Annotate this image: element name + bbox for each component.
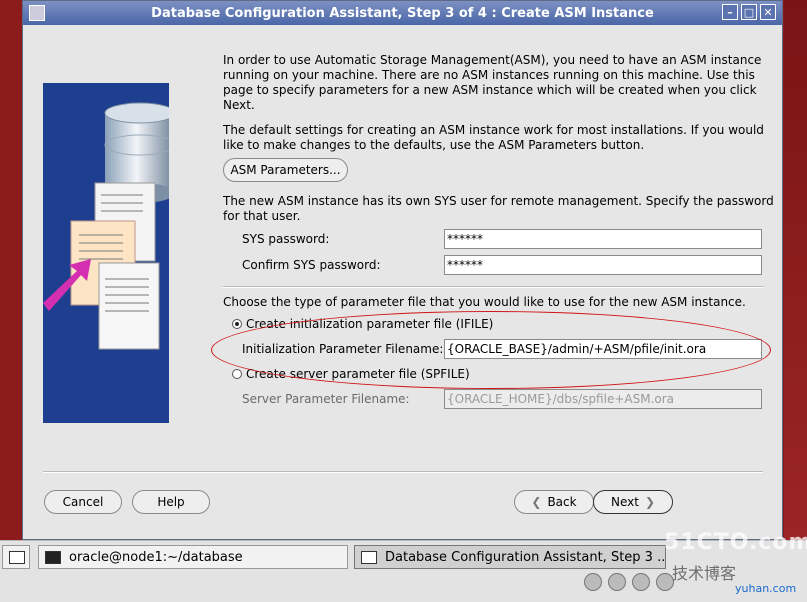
tool-icon[interactable] [632,573,650,591]
separator [223,286,763,288]
next-label: Next [610,495,639,509]
desktop-icon [9,550,25,564]
sys-user-text: The new ASM instance has its own SYS use… [223,194,774,224]
intro-line: running on your machine. There are no AS… [223,68,755,82]
intro-line: page to specify parameters for a new ASM… [223,83,757,97]
terminal-icon [45,550,61,564]
back-arrow-icon: ❮ [531,495,542,509]
disk-icon[interactable] [584,573,602,591]
param-file-text: Choose the type of parameter file that y… [223,295,746,309]
taskbar-dbca-label: Database Configuration Assistant, Step 3… [385,549,666,565]
watermark-logo: 51CTO.com [664,530,807,555]
sys-password-field[interactable]: ****** [444,229,762,249]
spfile-filename-field: {ORACLE_HOME}/dbs/spfile+ASM.ora [444,389,762,409]
help-button[interactable]: Help [132,490,210,514]
cdrom-icon[interactable] [608,573,626,591]
back-label: Back [547,495,577,509]
application-icon [361,550,377,564]
spfile-radio[interactable] [232,369,242,379]
illustration-panel [43,83,169,423]
defaults-text: The default settings for creating an ASM… [223,123,764,153]
intro-line: In order to use Automatic Storage Manage… [223,53,762,67]
sys-user-line: for that user. [223,209,301,223]
close-button[interactable]: ✕ [760,4,776,20]
database-documents-illustration [43,102,169,350]
show-desktop-button[interactable] [2,545,30,569]
intro-text: In order to use Automatic Storage Manage… [223,53,761,113]
back-button[interactable]: ❮ Back [514,490,594,514]
desktop-background [784,0,807,540]
title-bar[interactable]: Database Configuration Assistant, Step 3… [23,1,782,25]
confirm-password-label: Confirm SYS password: [242,258,381,272]
maximize-button[interactable]: □ [741,4,757,20]
system-tray [584,573,674,591]
asm-parameters-button[interactable]: ASM Parameters... [223,158,348,182]
defaults-line: The default settings for creating an ASM… [223,123,764,137]
minimize-button[interactable]: – [722,4,738,20]
watermark-site: yuhan.com [735,582,797,595]
confirm-password-field[interactable]: ****** [444,255,762,275]
sys-password-label: SYS password: [242,232,330,246]
watermark-subtitle: 技术博客 [672,564,737,583]
cancel-button[interactable]: Cancel [44,490,122,514]
window-title: Database Configuration Assistant, Step 3… [151,5,654,21]
next-button[interactable]: Next ❯ [593,490,673,514]
taskbar-terminal-label: oracle@node1:~/database [69,549,243,565]
dbca-window: Database Configuration Assistant, Step 3… [22,0,783,540]
red-highlight-ellipse [211,311,771,389]
taskbar-terminal-button[interactable]: oracle@node1:~/database [38,545,348,569]
intro-line: Next. [223,98,255,112]
taskbar-dbca-button[interactable]: Database Configuration Assistant, Step 3… [354,545,666,569]
window-menu-icon[interactable] [29,5,45,21]
sys-user-line: The new ASM instance has its own SYS use… [223,194,774,208]
ifile-radio[interactable] [232,319,242,329]
next-arrow-icon: ❯ [644,495,656,509]
bottom-separator [43,471,763,473]
defaults-line: like to make changes to the defaults, us… [223,138,645,152]
spfile-filename-label: Server Parameter Filename: [242,392,410,406]
